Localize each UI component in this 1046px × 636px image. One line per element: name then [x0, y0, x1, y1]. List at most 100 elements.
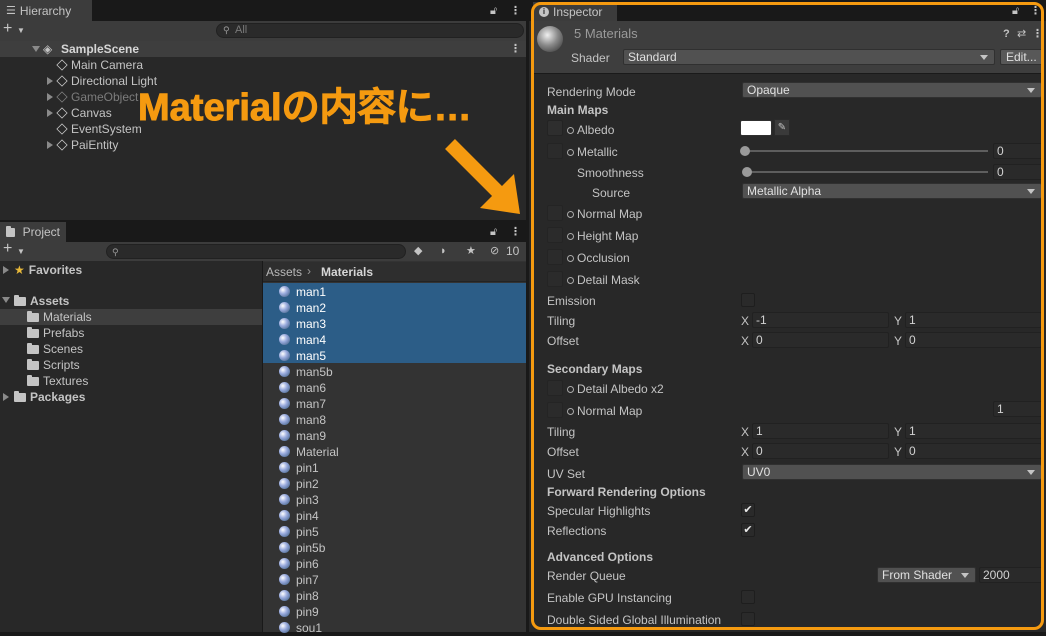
tree-item-scenes[interactable]: Scenes — [27, 341, 83, 357]
kebab-menu-icon[interactable]: ⋮ — [510, 225, 521, 239]
file-item-pin9[interactable]: pin9 — [279, 604, 319, 620]
render-queue-mode-dropdown[interactable]: From Shader — [877, 567, 976, 583]
breadcrumb-materials[interactable]: Materials — [321, 264, 373, 280]
foldout-icon[interactable] — [47, 77, 53, 85]
chevron-down-icon[interactable]: ▼ — [17, 245, 25, 259]
filter-by-type-icon[interactable]: ◆ — [414, 244, 422, 258]
render-queue-value-field[interactable]: 2000 — [979, 567, 1043, 583]
chevron-down-icon[interactable]: ▼ — [17, 24, 25, 38]
albedo-color-swatch[interactable] — [740, 120, 772, 136]
source-dropdown[interactable]: Metallic Alpha — [742, 183, 1042, 199]
smoothness-slider-handle[interactable] — [742, 167, 752, 177]
metallic-texture-slot[interactable] — [547, 143, 563, 159]
preset-icon[interactable]: ⇄ — [1017, 27, 1026, 41]
file-item-man8[interactable]: man8 — [279, 412, 326, 428]
project-search-input[interactable]: ⚲ — [106, 244, 406, 259]
file-item-man2[interactable]: man2 — [279, 300, 326, 316]
hierarchy-item-canvas[interactable]: Canvas — [56, 105, 112, 121]
file-item-sou1[interactable]: sou1 — [279, 620, 322, 636]
metallic-slider-handle[interactable] — [740, 146, 750, 156]
secondary-offset-x-field[interactable]: 0 — [752, 443, 889, 459]
favorites-node[interactable]: ★ Favorites — [14, 262, 82, 278]
tree-item-materials[interactable]: Materials — [27, 309, 92, 325]
file-item-man3[interactable]: man3 — [279, 316, 326, 332]
file-item-pin2[interactable]: pin2 — [279, 476, 319, 492]
specular-highlights-checkbox[interactable]: ✔ — [741, 503, 755, 517]
file-item-man1[interactable]: man1 — [279, 284, 326, 300]
reflections-checkbox[interactable]: ✔ — [741, 523, 755, 537]
file-item-pin5[interactable]: pin5 — [279, 524, 319, 540]
normal-map-slot[interactable] — [547, 205, 563, 221]
help-icon[interactable]: ? — [1003, 27, 1010, 41]
secondary-offset-y-field[interactable]: 0 — [905, 443, 1042, 459]
tab-hierarchy[interactable]: ☰ Hierarchy — [0, 0, 92, 21]
detail-mask-slot[interactable] — [547, 271, 563, 287]
foldout-icon[interactable] — [2, 297, 10, 303]
detail-albedo-slot[interactable] — [547, 380, 563, 396]
foldout-icon[interactable] — [3, 393, 9, 401]
occlusion-slot[interactable] — [547, 249, 563, 265]
hierarchy-item-eventsystem[interactable]: EventSystem — [56, 121, 142, 137]
tree-item-textures[interactable]: Textures — [27, 373, 88, 389]
main-tiling-y-field[interactable]: 1 — [905, 312, 1042, 328]
kebab-menu-icon[interactable]: ⋮ — [1030, 4, 1041, 18]
edit-shader-button[interactable]: Edit... — [1000, 49, 1044, 65]
file-item-man7[interactable]: man7 — [279, 396, 326, 412]
foldout-icon[interactable] — [47, 109, 53, 117]
file-item-pin7[interactable]: pin7 — [279, 572, 319, 588]
double-sided-gi-checkbox[interactable] — [741, 612, 755, 626]
assets-node[interactable]: Assets — [14, 293, 69, 309]
secondary-tiling-x-field[interactable]: 1 — [752, 423, 889, 439]
eyedropper-icon[interactable]: ✎ — [774, 119, 790, 136]
albedo-texture-slot[interactable] — [547, 120, 563, 136]
main-offset-x-field[interactable]: 0 — [752, 332, 889, 348]
smoothness-slider-track[interactable] — [744, 171, 988, 173]
file-item-pin8[interactable]: pin8 — [279, 588, 319, 604]
rendering-mode-dropdown[interactable]: Opaque — [742, 82, 1042, 98]
lock-icon[interactable]: 🔓︎ — [490, 225, 497, 239]
tab-inspector[interactable]: i Inspector — [533, 2, 617, 21]
file-item-pin1[interactable]: pin1 — [279, 460, 319, 476]
tab-project[interactable]: Project — [0, 222, 66, 242]
foldout-icon[interactable] — [47, 93, 53, 101]
file-item-man4[interactable]: man4 — [279, 332, 326, 348]
foldout-icon[interactable] — [47, 141, 53, 149]
add-icon[interactable]: + — [3, 241, 12, 257]
file-item-man6[interactable]: man6 — [279, 380, 326, 396]
component-menu-icon[interactable]: ⋮ — [1032, 27, 1043, 41]
scene-foldout-icon[interactable] — [32, 46, 40, 52]
tree-item-prefabs[interactable]: Prefabs — [27, 325, 84, 341]
file-item-pin3[interactable]: pin3 — [279, 492, 319, 508]
hidden-packages-icon[interactable]: ⊘ — [490, 244, 499, 258]
file-item-man9[interactable]: man9 — [279, 428, 326, 444]
metallic-slider-track[interactable] — [744, 150, 988, 152]
file-item-pin4[interactable]: pin4 — [279, 508, 319, 524]
file-item-man5[interactable]: man5 — [279, 348, 326, 364]
scene-menu-icon[interactable]: ⋮ — [510, 42, 521, 56]
secondary-tiling-y-field[interactable]: 1 — [905, 423, 1042, 439]
lock-icon[interactable]: 🔓︎ — [1012, 4, 1019, 18]
foldout-icon[interactable] — [3, 266, 9, 274]
main-tiling-x-field[interactable]: -1 — [752, 312, 889, 328]
file-item-pin6[interactable]: pin6 — [279, 556, 319, 572]
hierarchy-item-main-camera[interactable]: Main Camera — [56, 57, 143, 73]
filter-by-label-icon[interactable]: ◗ — [440, 244, 447, 258]
file-item-pin5b[interactable]: pin5b — [279, 540, 325, 556]
tree-item-scripts[interactable]: Scripts — [27, 357, 80, 373]
file-item-material[interactable]: Material — [279, 444, 339, 460]
metallic-value-field[interactable]: 0 — [993, 143, 1043, 159]
smoothness-value-field[interactable]: 0 — [993, 164, 1043, 180]
uv-set-dropdown[interactable]: UV0 — [742, 464, 1042, 480]
main-offset-y-field[interactable]: 0 — [905, 332, 1042, 348]
emission-checkbox[interactable] — [741, 293, 755, 307]
hierarchy-search-input[interactable]: ⚲ All — [216, 23, 524, 38]
lock-icon[interactable]: 🔓︎ — [490, 4, 497, 18]
secondary-normal-scale-field[interactable]: 1 — [993, 401, 1043, 417]
kebab-menu-icon[interactable]: ⋮ — [510, 4, 521, 18]
breadcrumb-assets[interactable]: Assets — [266, 264, 302, 280]
height-map-slot[interactable] — [547, 227, 563, 243]
shader-dropdown[interactable]: Standard — [623, 49, 995, 65]
hierarchy-item-gameobject[interactable]: GameObject — [56, 89, 138, 105]
add-icon[interactable]: + — [3, 21, 12, 37]
gpu-instancing-checkbox[interactable] — [741, 590, 755, 604]
